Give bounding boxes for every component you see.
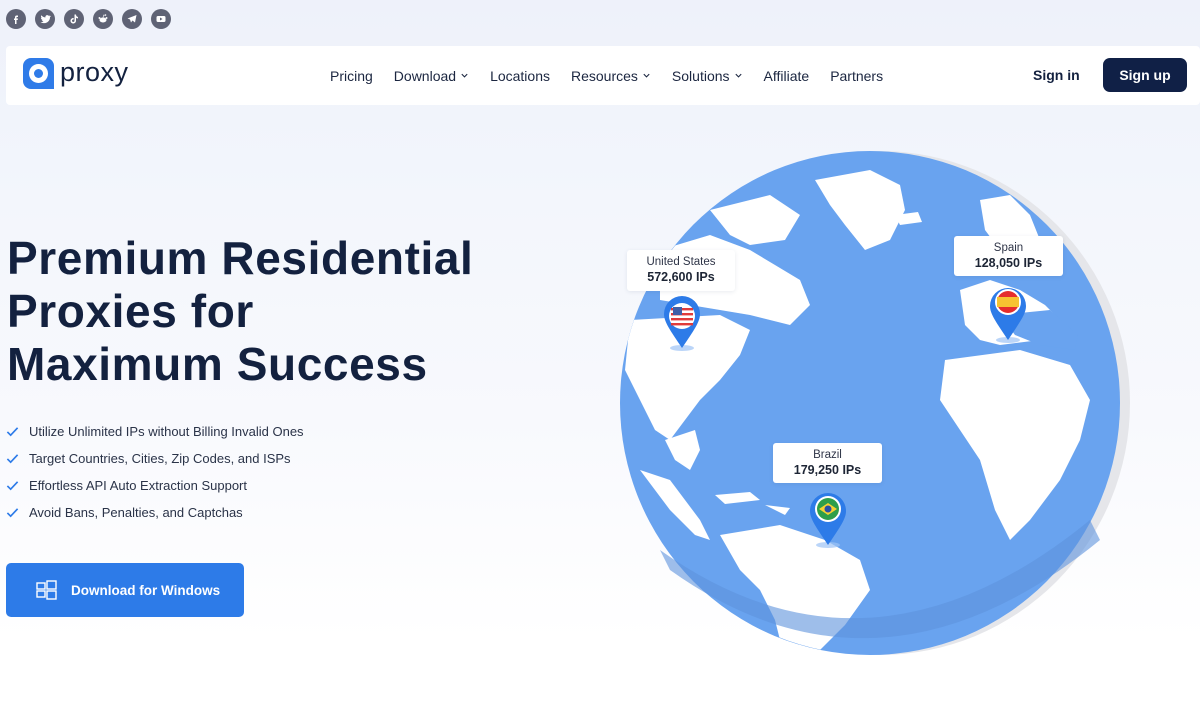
nav-label: Partners	[830, 67, 884, 84]
feature-item: Target Countries, Cities, Zip Codes, and…	[6, 445, 304, 472]
feature-text: Target Countries, Cities, Zip Codes, and…	[29, 451, 291, 466]
facebook-icon[interactable]	[6, 9, 26, 29]
twitter-icon[interactable]	[35, 9, 55, 29]
sign-up-button[interactable]: Sign up	[1103, 58, 1187, 92]
nav-item-download[interactable]: Download	[394, 68, 469, 84]
nav-item-solutions[interactable]: Solutions	[672, 68, 743, 84]
telegram-icon[interactable]	[122, 9, 142, 29]
check-icon	[6, 481, 19, 491]
hero-title: Premium Residential Proxies for Maximum …	[7, 232, 547, 391]
location-country: United States	[646, 256, 716, 268]
location-tag-us: United States 572,600 IPs	[627, 250, 735, 291]
top-navbar: proxy Pricing Download Locations Resourc…	[6, 46, 1200, 105]
youtube-icon[interactable]	[151, 9, 171, 29]
nav-item-pricing[interactable]: Pricing	[330, 68, 373, 84]
chevron-down-icon	[461, 73, 468, 78]
feature-text: Effortless API Auto Extraction Support	[29, 478, 247, 493]
nav-label: Solutions	[671, 67, 730, 84]
nav-item-affiliate[interactable]: Affiliate	[764, 68, 810, 84]
nav-menu: Pricing Download Locations Resources Sol…	[330, 46, 904, 105]
globe-svg	[620, 151, 1130, 655]
nav-label: Pricing	[330, 67, 373, 84]
feature-item: Avoid Bans, Penalties, and Captchas	[6, 499, 304, 526]
nav-item-resources[interactable]: Resources	[571, 68, 651, 84]
world-globe-illustration	[600, 140, 1160, 670]
location-country: Spain	[993, 242, 1024, 254]
hero-title-line: Premium Residential	[7, 232, 474, 284]
brand-logo[interactable]: proxy	[23, 57, 129, 89]
nav-item-partners[interactable]: Partners	[830, 68, 883, 84]
location-country: Brazil	[813, 449, 842, 461]
check-icon	[6, 454, 19, 464]
hero-title-line: Proxies for	[7, 285, 254, 337]
location-ip-count: 179,250 IPs	[793, 463, 862, 477]
feature-item: Utilize Unlimited IPs without Billing In…	[6, 418, 304, 445]
hero-title-line: Maximum Success	[7, 338, 428, 390]
chevron-down-icon	[643, 73, 650, 78]
location-ip-count: 572,600 IPs	[647, 270, 715, 284]
tiktok-icon[interactable]	[64, 9, 84, 29]
check-icon	[6, 427, 19, 437]
us-flag-icon	[671, 305, 693, 327]
feature-text: Avoid Bans, Penalties, and Captchas	[29, 505, 243, 520]
nav-label: Locations	[490, 67, 550, 84]
sign-in-link[interactable]: Sign in	[1033, 67, 1080, 83]
nav-label: Affiliate	[763, 67, 810, 84]
check-icon	[6, 508, 19, 518]
location-tag-spain: Spain 128,050 IPs	[954, 236, 1063, 276]
location-tag-brazil: Brazil 179,250 IPs	[773, 443, 882, 483]
download-windows-button[interactable]: Download for Windows	[6, 563, 244, 617]
brand-name: proxy	[60, 57, 129, 87]
spain-flag-icon	[997, 291, 1019, 313]
windows-icon	[36, 580, 57, 600]
download-button-label: Download for Windows	[71, 582, 221, 598]
nav-label: Resources	[571, 67, 638, 84]
chevron-down-icon	[734, 73, 742, 78]
proxy-logo-icon	[23, 58, 54, 89]
feature-text: Utilize Unlimited IPs without Billing In…	[29, 424, 304, 439]
location-ip-count: 128,050 IPs	[974, 256, 1043, 270]
reddit-icon[interactable]	[93, 9, 113, 29]
feature-item: Effortless API Auto Extraction Support	[6, 472, 304, 499]
nav-item-locations[interactable]: Locations	[490, 68, 550, 84]
nav-label: Download	[393, 67, 457, 84]
social-links	[6, 9, 171, 29]
brazil-flag-icon	[817, 498, 839, 520]
feature-list: Utilize Unlimited IPs without Billing In…	[6, 418, 304, 526]
